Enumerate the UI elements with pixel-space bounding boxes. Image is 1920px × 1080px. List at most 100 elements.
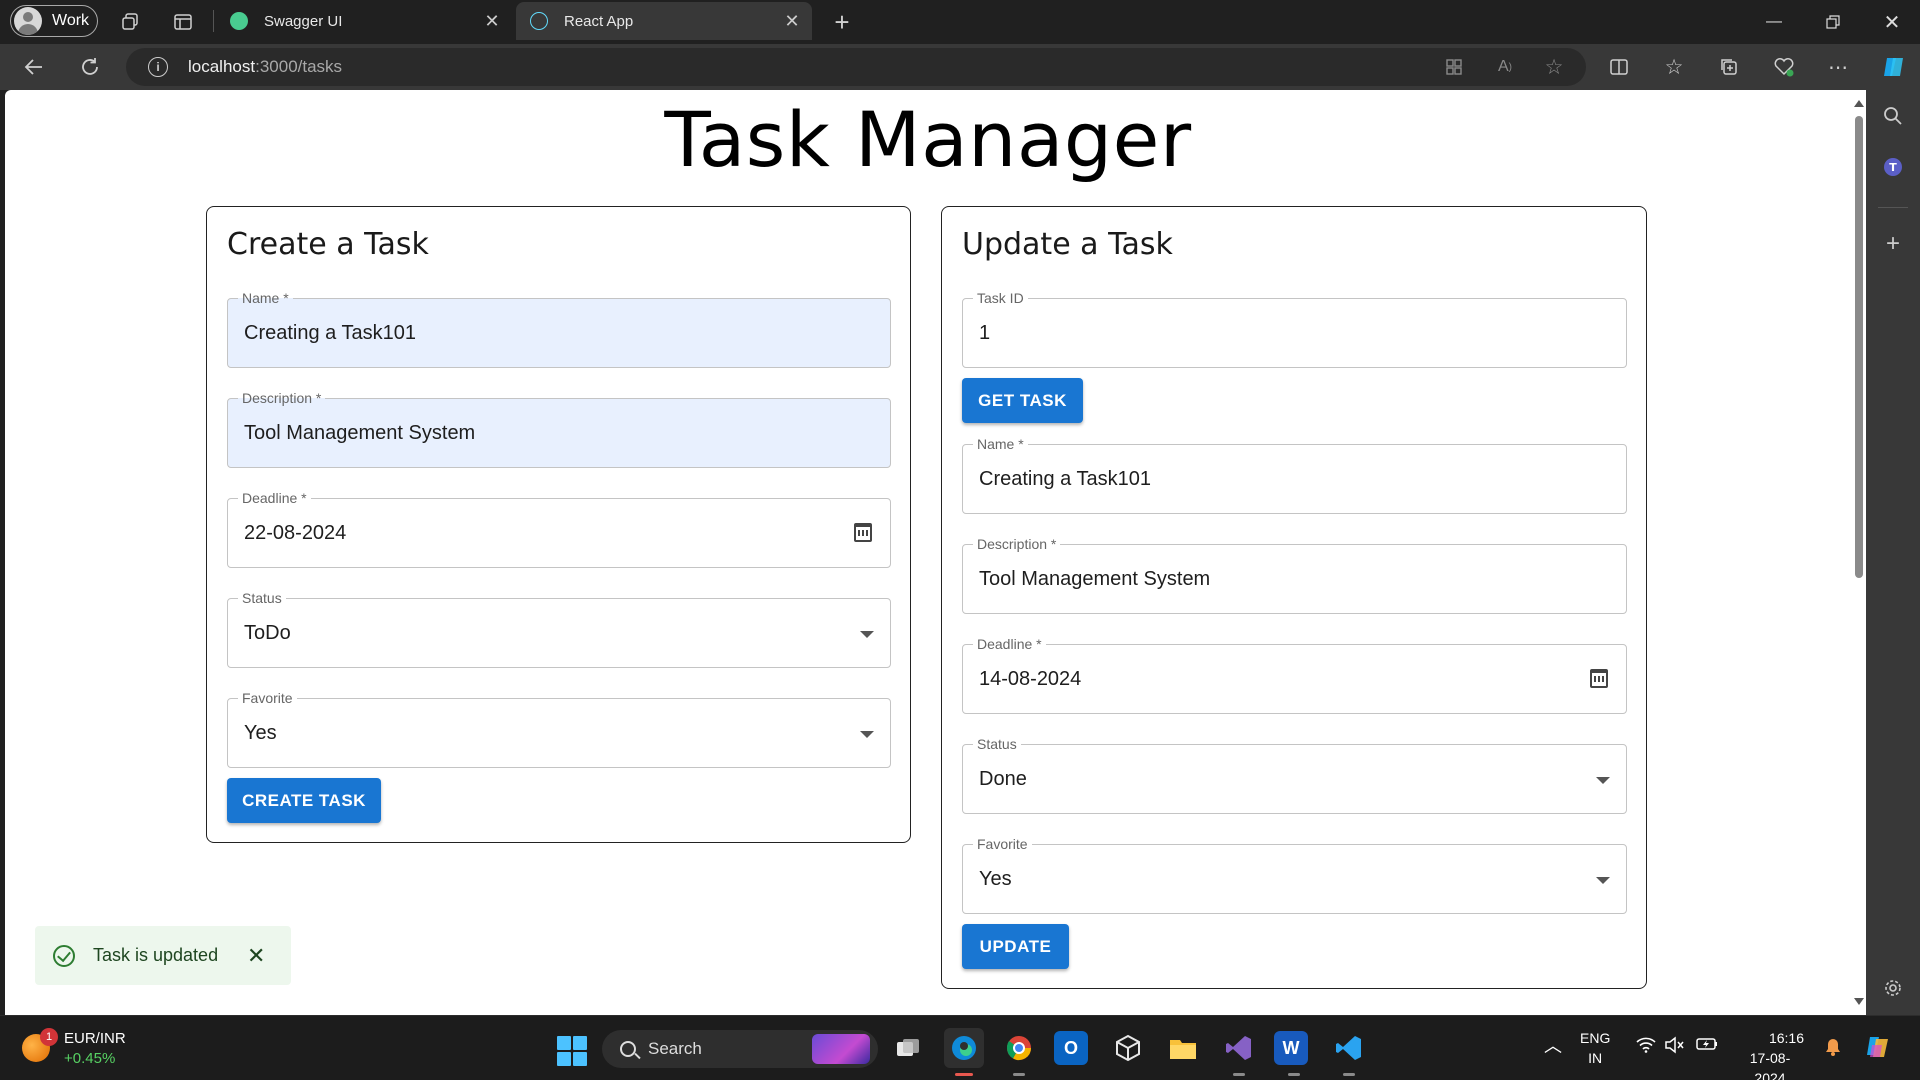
- update-button[interactable]: UPDATE: [962, 924, 1069, 969]
- word-taskbar-icon[interactable]: W: [1274, 1031, 1308, 1076]
- tab-title: React App: [564, 12, 634, 30]
- teams-icon[interactable]: T: [1866, 156, 1920, 178]
- volume-muted-icon[interactable]: [1664, 1036, 1684, 1059]
- show-hidden-icons-icon[interactable]: ︿: [1544, 1036, 1562, 1056]
- add-sidebar-app-icon[interactable]: +: [1866, 230, 1920, 258]
- avatar: [14, 7, 42, 35]
- close-toast-icon[interactable]: ✕: [247, 943, 265, 969]
- close-tab-icon[interactable]: ✕: [482, 11, 502, 32]
- create-status-select[interactable]: Status ToDo: [227, 589, 891, 668]
- region-code: IN: [1588, 1050, 1603, 1066]
- page-title: Task Manager: [664, 95, 1192, 184]
- update-description-field[interactable]: Description * Tool Management System: [962, 535, 1627, 614]
- workspaces-icon[interactable]: [118, 10, 142, 34]
- field-label: Description *: [238, 389, 326, 407]
- update-name-field[interactable]: Name * Creating a Task101: [962, 435, 1627, 514]
- start-menu-icon[interactable]: [557, 1036, 587, 1066]
- scroll-thumb[interactable]: [1855, 116, 1863, 578]
- profile-button[interactable]: Work: [10, 5, 98, 37]
- minimize-icon[interactable]: —: [1746, 0, 1802, 44]
- url-path: :3000/tasks: [255, 57, 343, 76]
- restore-icon[interactable]: [1805, 0, 1861, 44]
- create-description-field[interactable]: Description * Tool Management System: [227, 389, 891, 468]
- vscode-taskbar-icon[interactable]: [1329, 1028, 1369, 1076]
- notifications-bell-icon[interactable]: [1824, 1037, 1842, 1062]
- browser-essentials-icon[interactable]: [1766, 49, 1802, 85]
- running-indicator: [1233, 1073, 1245, 1076]
- file-explorer-icon[interactable]: [1163, 1028, 1203, 1068]
- scroll-up-icon[interactable]: [1854, 100, 1864, 107]
- favorite-star-icon[interactable]: ☆: [1536, 49, 1572, 85]
- active-indicator: [955, 1073, 973, 1076]
- back-icon[interactable]: [16, 49, 52, 85]
- more-options-icon[interactable]: ⋯: [1820, 49, 1856, 85]
- create-task-button[interactable]: CREATE TASK: [227, 778, 381, 823]
- update-deadline-field[interactable]: Deadline * 14-08-2024: [962, 635, 1627, 714]
- calendar-icon[interactable]: [1590, 669, 1608, 688]
- refresh-icon[interactable]: [72, 49, 108, 85]
- create-name-field[interactable]: Name * Creating a Task101: [227, 289, 891, 368]
- create-favorite-select[interactable]: Favorite Yes: [227, 689, 891, 768]
- tab-swagger-ui[interactable]: Swagger UI ✕: [216, 2, 512, 40]
- update-card-heading: Update a Task: [962, 227, 1173, 262]
- clock[interactable]: 16:16 17-08-2024: [1736, 1028, 1804, 1080]
- clock-time: 16:16: [1768, 1030, 1804, 1046]
- scroll-down-icon[interactable]: [1854, 998, 1864, 1005]
- field-label: Name *: [973, 435, 1028, 453]
- edge-taskbar-icon[interactable]: [944, 1028, 984, 1076]
- field-label: Favorite: [973, 835, 1032, 853]
- task-view-icon[interactable]: [888, 1028, 928, 1068]
- tab-title: Swagger UI: [264, 12, 343, 30]
- update-favorite-select[interactable]: Favorite Yes: [962, 835, 1627, 914]
- site-info-icon[interactable]: i: [148, 57, 168, 77]
- field-value: ToDo: [244, 622, 291, 644]
- dev-tool-taskbar-icon[interactable]: [1108, 1028, 1148, 1068]
- battery-icon[interactable]: [1696, 1036, 1718, 1057]
- get-task-button[interactable]: GET TASK: [962, 378, 1083, 423]
- app-available-icon[interactable]: [1436, 49, 1472, 85]
- create-task-card: Create a Task Name * Creating a Task101 …: [206, 206, 911, 843]
- copilot-tray-icon[interactable]: [1864, 1033, 1892, 1066]
- page-scrollbar[interactable]: [1851, 90, 1866, 1015]
- page-viewport: Task Manager Create a Task Name * Creati…: [5, 90, 1851, 1015]
- copilot-icon[interactable]: [1876, 49, 1912, 85]
- collections-icon[interactable]: [1711, 49, 1747, 85]
- calendar-icon[interactable]: [854, 523, 872, 542]
- read-aloud-icon[interactable]: A): [1487, 49, 1523, 85]
- vertical-tabs-icon[interactable]: [171, 10, 195, 34]
- windows-taskbar: 1 EUR/INR +0.45% Search O W ︿ ENG IN 16:…: [0, 1015, 1920, 1080]
- url-field[interactable]: i localhost :3000/tasks: [126, 48, 1586, 86]
- svg-text:T: T: [1889, 161, 1897, 174]
- language-indicator[interactable]: ENG IN: [1580, 1028, 1610, 1068]
- create-deadline-field[interactable]: Deadline * 22-08-2024: [227, 489, 891, 568]
- outlook-taskbar-icon[interactable]: O: [1054, 1031, 1088, 1065]
- update-task-id-field[interactable]: Task ID 1: [962, 289, 1627, 368]
- favorites-icon[interactable]: ☆: [1656, 49, 1692, 85]
- toast-message: Task is updated: [93, 945, 219, 965]
- sidebar-search-icon[interactable]: [1866, 106, 1920, 126]
- running-indicator: [1013, 1073, 1025, 1076]
- close-tab-icon[interactable]: ✕: [782, 11, 802, 32]
- update-task-card: Update a Task Task ID 1 GET TASK Name * …: [941, 206, 1647, 989]
- taskbar-search[interactable]: Search: [602, 1030, 878, 1068]
- close-window-icon[interactable]: ✕: [1864, 0, 1920, 44]
- visual-studio-icon[interactable]: [1219, 1028, 1259, 1076]
- wifi-icon[interactable]: [1636, 1037, 1656, 1058]
- success-toast: Task is updated ✕: [35, 926, 291, 985]
- address-bar-row: i localhost :3000/tasks A) ☆ ☆ ⋯: [0, 44, 1920, 90]
- tab-react-app[interactable]: React App ✕: [516, 2, 812, 40]
- field-value: Done: [979, 768, 1027, 790]
- edge-sidebar: T +: [1866, 90, 1920, 1015]
- update-status-select[interactable]: Status Done: [962, 735, 1627, 814]
- field-value: 1: [979, 322, 991, 344]
- new-tab-icon[interactable]: +: [828, 7, 856, 37]
- ticker-change: +0.45%: [64, 1050, 116, 1067]
- field-label: Status: [973, 735, 1021, 753]
- chrome-taskbar-icon[interactable]: [999, 1028, 1039, 1076]
- field-label: Task ID: [973, 289, 1028, 307]
- field-value: Creating a Task101: [979, 468, 1151, 490]
- dropdown-arrow-icon: [1596, 777, 1610, 784]
- success-check-icon: [53, 944, 75, 967]
- sidebar-settings-icon[interactable]: [1866, 978, 1920, 998]
- split-screen-icon[interactable]: [1601, 49, 1637, 85]
